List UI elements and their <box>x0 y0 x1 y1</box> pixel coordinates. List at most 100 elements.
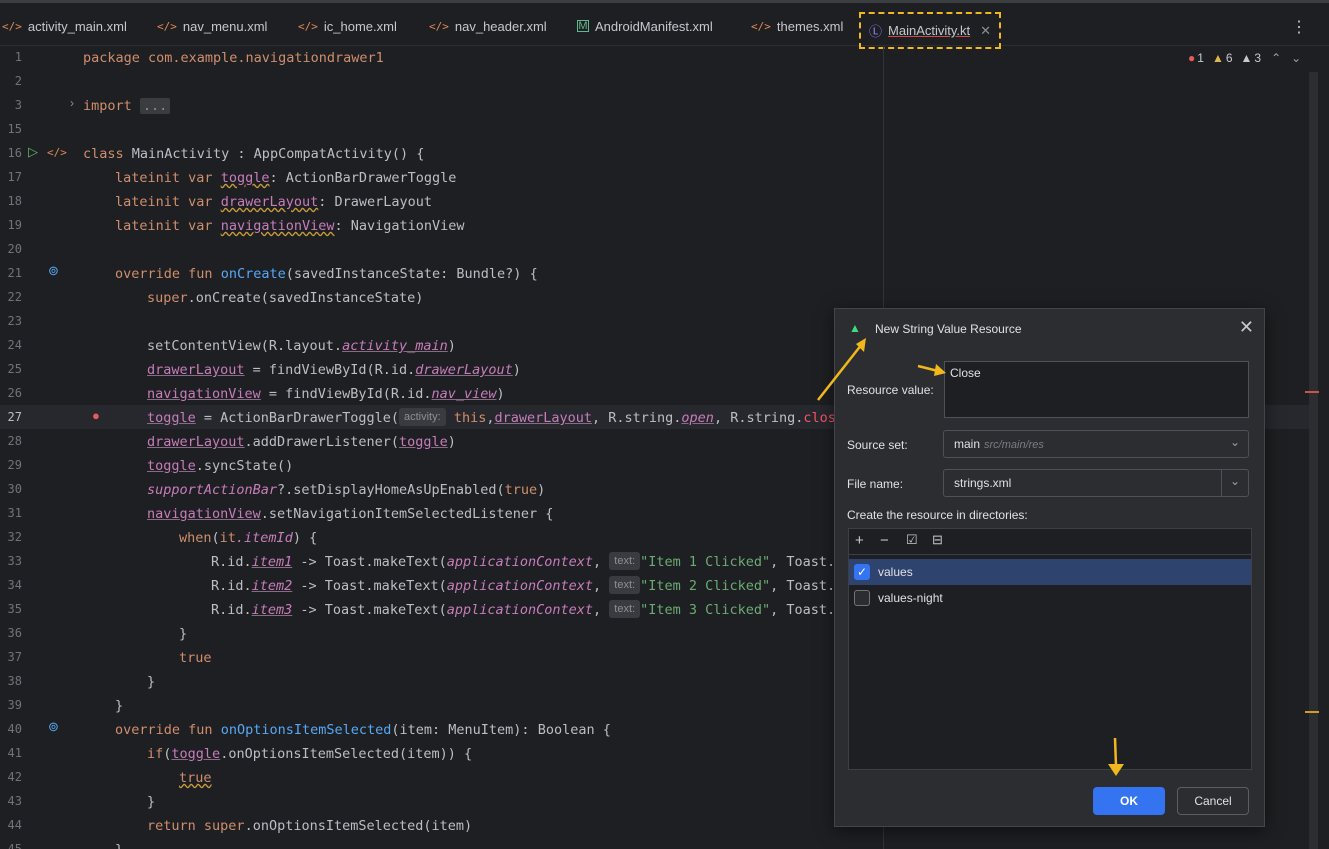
select-all-icon[interactable]: ☑ <box>906 532 918 548</box>
line-number: 22 <box>7 290 22 304</box>
checkbox-checked[interactable]: ✓ <box>854 564 870 580</box>
code-text: lateinit <box>115 218 181 234</box>
resource-value-field[interactable]: Close <box>944 361 1249 418</box>
deselect-all-icon[interactable]: ⊟ <box>932 532 943 548</box>
tab-ic-home-xml[interactable]: </> ic_home.xml <box>298 11 397 41</box>
line-number: 17 <box>7 170 22 184</box>
code-text: drawerLayout <box>147 434 245 450</box>
manifest-icon: M <box>577 20 589 32</box>
code-text: lateinit <box>115 194 181 210</box>
add-icon[interactable]: + <box>855 532 864 549</box>
xml-icon: </> <box>157 19 177 33</box>
source-set-value: main <box>954 437 981 451</box>
code-text: applicationContext <box>446 578 594 594</box>
code-text: class <box>83 146 124 162</box>
code-text: } <box>147 794 156 810</box>
chevron-up-icon[interactable]: ⌃ <box>1271 51 1281 65</box>
code-text: .setNavigationItemSelectedListener { <box>260 506 554 522</box>
code-text: it <box>219 530 236 546</box>
line-number: 25 <box>7 362 22 376</box>
close-icon[interactable]: ✕ <box>1239 317 1254 338</box>
tab-label: ic_home.xml <box>323 18 397 34</box>
xml-icon: </> <box>298 19 318 33</box>
code-text: = findViewById(R.id. <box>260 386 432 402</box>
code-text: R.id. <box>211 554 252 570</box>
kotlin-class-icon: Ⓛ <box>869 25 883 40</box>
code-text: var <box>188 170 213 186</box>
remove-icon[interactable]: − <box>880 532 889 549</box>
tab-android-manifest-xml[interactable]: M AndroidManifest.xml <box>577 11 713 41</box>
code-text: , R.string. <box>592 410 682 426</box>
vertical-scrollbar[interactable] <box>1309 72 1318 849</box>
code-text: return <box>147 818 196 834</box>
code-text: when <box>179 530 212 546</box>
directories-toolbar: + − ☑ ⊟ <box>849 529 1251 555</box>
xml-icon: </> <box>2 19 22 33</box>
tab-label: AndroidManifest.xml <box>595 18 713 34</box>
run-icon[interactable]: ▷ <box>28 144 38 160</box>
line-number-gutter: 1 2 3 15 16 17 18 19 20 21 22 23 24 25 2… <box>0 46 100 849</box>
line-number: 26 <box>7 386 22 400</box>
line-number: 3 <box>14 98 22 112</box>
code-text: toggle <box>171 746 221 762</box>
code-text: override <box>115 266 181 282</box>
line-number: 15 <box>7 122 22 136</box>
directory-item-values-night[interactable]: values-night <box>849 585 1251 611</box>
cancel-button[interactable]: Cancel <box>1177 787 1249 815</box>
code-text: navigationView <box>147 506 261 522</box>
line-number: 40 <box>7 722 22 736</box>
tab-label: nav_header.xml <box>454 18 547 34</box>
code-text: toggle <box>147 410 196 426</box>
file-name-label: File name: <box>847 477 904 491</box>
file-name-combo[interactable]: strings.xml ⌄ <box>943 469 1249 497</box>
code-text: navigationView <box>147 386 261 402</box>
line-number: 45 <box>7 842 22 849</box>
code-text: "Item 2 Clicked" <box>640 578 771 594</box>
code-text: = ActionBarDrawerToggle( <box>195 410 399 426</box>
ok-button[interactable]: OK <box>1093 787 1165 815</box>
code-text: .onOptionsItemSelected(item) <box>244 818 473 834</box>
checkbox-unchecked[interactable] <box>854 590 870 606</box>
code-text: MainActivity : AppCompatActivity() { <box>123 146 425 162</box>
error-stripe-mark[interactable] <box>1305 391 1319 393</box>
code-text: ) <box>512 362 521 378</box>
annotation-arrow-icon <box>817 338 866 401</box>
source-set-dropdown[interactable]: main src/main/res ⌄ <box>943 430 1249 458</box>
override-icon[interactable]: ⊚ <box>48 719 59 735</box>
tab-nav-header-xml[interactable]: </> nav_header.xml <box>429 11 547 41</box>
fold-chevron-icon[interactable]: › <box>70 96 74 110</box>
more-options-icon[interactable]: ⋮ <box>1291 17 1307 37</box>
parameter-hint: text: <box>609 576 641 594</box>
xml-layout-icon[interactable]: </> <box>47 146 67 159</box>
code-text: .onCreate(savedInstanceState) <box>187 290 424 306</box>
code-text: , Toast. <box>770 578 836 594</box>
tab-themes-xml[interactable]: </> themes.xml <box>751 11 843 41</box>
folded-imports[interactable]: ... <box>139 98 171 114</box>
code-text: item1 <box>251 554 293 570</box>
close-icon[interactable]: ✕ <box>980 23 991 39</box>
override-icon[interactable]: ⊚ <box>48 263 59 279</box>
code-text: drawerLayout <box>147 362 245 378</box>
code-text: open <box>681 410 714 426</box>
line-number: 23 <box>7 314 22 328</box>
tab-nav-menu-xml[interactable]: </> nav_menu.xml <box>157 11 267 41</box>
code-text: ) <box>447 434 456 450</box>
warning-stripe-mark[interactable] <box>1305 711 1319 713</box>
directory-item-values[interactable]: ✓ values <box>849 559 1251 585</box>
xml-icon: </> <box>429 19 449 33</box>
tab-activity-main-xml[interactable]: </> activity_main.xml <box>2 11 127 41</box>
chevron-down-icon[interactable]: ⌄ <box>1230 474 1240 488</box>
tab-label: activity_main.xml <box>27 18 127 34</box>
code-text: ?.setDisplayHomeAsUpEnabled( <box>277 482 505 498</box>
code-editor[interactable]: package com.example.navigationdrawer1 im… <box>83 46 883 849</box>
code-text: item3 <box>251 602 293 618</box>
error-icon: ● <box>1188 51 1196 65</box>
code-text: supportActionBar <box>147 482 278 498</box>
code-text: true <box>179 770 212 786</box>
line-number: 36 <box>7 626 22 640</box>
problems-summary[interactable]: ● 1 ▲ 6 ▲ 3 ⌃ ⌄ <box>1188 51 1301 65</box>
dialog-title: New String Value Resource <box>875 322 1022 336</box>
code-text: .syncState() <box>195 458 294 474</box>
tab-main-activity-kt[interactable]: Ⓛ MainActivity.kt ✕ <box>859 12 1002 49</box>
chevron-down-icon[interactable]: ⌄ <box>1291 51 1301 65</box>
